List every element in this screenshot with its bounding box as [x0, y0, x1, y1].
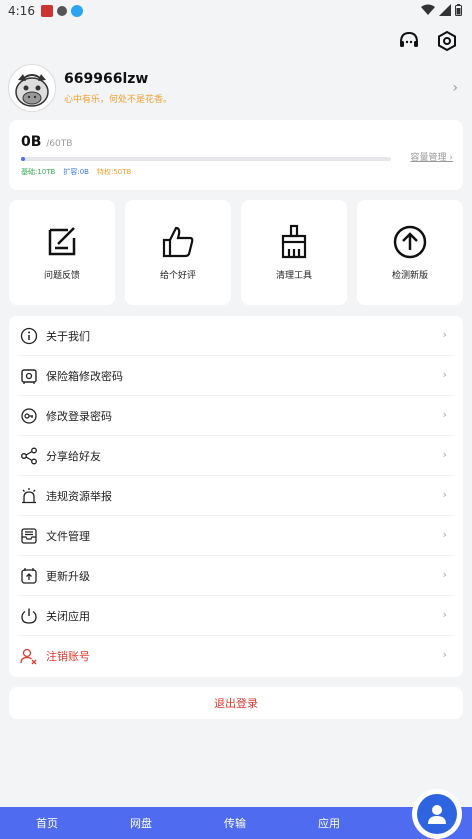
share-icon [21, 447, 37, 464]
safe-icon [21, 368, 37, 384]
capacity-manage-link[interactable]: 容量管理 › [411, 150, 453, 163]
bottom-tab-bar: 首页 网盘 传输 应用 [0, 807, 472, 839]
chevron-right-icon: › [442, 648, 447, 661]
storage-progress-fill [21, 157, 25, 161]
cleanup-button[interactable]: 清理工具 [241, 200, 347, 305]
menu-close-app[interactable]: 关闭应用 › [19, 596, 453, 636]
tab-transfer[interactable]: 传输 [188, 815, 282, 831]
customer-service-icon[interactable] [398, 30, 420, 52]
chevron-right-icon: › [442, 408, 447, 421]
cleanup-label: 清理工具 [275, 271, 312, 281]
tab-apps[interactable]: 应用 [282, 815, 376, 831]
menu-report[interactable]: 违规资源举报 › [19, 476, 453, 516]
storage-progress-bar [21, 157, 391, 161]
notification-app-icon [40, 5, 53, 17]
settings-icon[interactable] [436, 30, 458, 52]
signal-icon [439, 4, 451, 16]
wifi-icon [421, 4, 435, 15]
status-bar: 4:16 [0, 0, 472, 22]
chevron-right-icon: › [442, 328, 447, 341]
storage-used: 0B [21, 134, 42, 150]
tab-profile[interactable] [414, 791, 460, 837]
profile-row[interactable]: 669966lzw 心中有乐，何处不是花香。 › [8, 62, 464, 114]
thumbs-up-icon [162, 226, 194, 258]
chevron-right-icon: › [452, 80, 458, 96]
menu-share[interactable]: 分享给好友 › [19, 436, 453, 476]
upload-circle-icon [393, 225, 427, 259]
alarm-icon [22, 487, 36, 503]
chevron-right-icon: › [442, 528, 447, 541]
power-icon [21, 608, 37, 624]
storage-legend: 基础:10TB 扩容:0B 特权:50TB [21, 167, 451, 177]
menu-login-password-label: 修改登录密码 [46, 409, 112, 423]
menu-report-label: 违规资源举报 [46, 489, 112, 503]
chevron-right-icon: › [442, 368, 447, 381]
legend-privilege: 特权:50TB [96, 168, 132, 176]
info-icon [20, 327, 38, 344]
menu-update[interactable]: 更新升级 › [19, 556, 453, 596]
update-icon [21, 567, 37, 584]
inbox-icon [21, 527, 37, 544]
menu-share-label: 分享给好友 [46, 449, 101, 463]
legend-base: 基础:10TB [21, 168, 56, 176]
feedback-icon [48, 227, 76, 256]
key-icon [21, 407, 37, 424]
menu-about-label: 关于我们 [46, 329, 90, 343]
chevron-right-icon: › [442, 608, 447, 621]
check-update-label: 检测新版 [391, 271, 428, 281]
storage-usage: 0B /60TB [21, 134, 451, 150]
broom-icon [281, 224, 307, 259]
logout-label: 退出登录 [214, 697, 258, 710]
chevron-right-icon: › [442, 568, 447, 581]
status-time: 4:16 [8, 4, 35, 18]
menu-safe-password[interactable]: 保险箱修改密码 › [19, 356, 453, 396]
logout-button[interactable]: 退出登录 [9, 687, 463, 719]
username: 669966lzw [64, 71, 149, 87]
notification-cat-icon [56, 6, 67, 16]
menu-safe-password-label: 保险箱修改密码 [46, 369, 123, 383]
menu-file-manage[interactable]: 文件管理 › [19, 516, 453, 556]
user-motto: 心中有乐，何处不是花香。 [64, 95, 173, 105]
menu-delete-account-label: 注销账号 [46, 650, 90, 663]
menu-about[interactable]: 关于我们 › [19, 316, 453, 356]
rate-button[interactable]: 给个好评 [125, 200, 231, 305]
legend-expand: 扩容:0B [63, 168, 89, 176]
menu-file-manage-label: 文件管理 [46, 529, 90, 543]
storage-total: /60TB [46, 139, 73, 149]
tab-cloud-disk[interactable]: 网盘 [94, 815, 188, 831]
storage-card[interactable]: 0B /60TB 基础:10TB 扩容:0B 特权:50TB 容量管理 › [9, 120, 463, 190]
menu-delete-account[interactable]: 注销账号 › [19, 636, 453, 676]
user-icon [428, 805, 446, 824]
avatar[interactable] [8, 64, 56, 112]
tab-home[interactable]: 首页 [0, 815, 94, 831]
menu-login-password[interactable]: 修改登录密码 › [19, 396, 453, 436]
check-update-button[interactable]: 检测新版 [357, 200, 463, 305]
menu-close-app-label: 关闭应用 [46, 609, 90, 623]
capacity-manage-label: 容量管理 [410, 153, 447, 163]
rate-label: 给个好评 [159, 271, 196, 281]
battery-icon [455, 4, 462, 16]
menu-update-label: 更新升级 [46, 569, 90, 583]
chevron-right-icon: › [442, 488, 447, 501]
user-remove-icon [20, 648, 37, 665]
download-icon [70, 5, 83, 17]
feedback-button[interactable]: 问题反馈 [9, 200, 115, 305]
quick-actions: 问题反馈 给个好评 清理工具 检测新版 [9, 200, 463, 305]
feedback-label: 问题反馈 [43, 271, 80, 281]
settings-menu: 关于我们 › 保险箱修改密码 › 修改登录密码 › 分享给好友 › 违规资源举报… [9, 316, 463, 677]
chevron-right-icon: › [442, 448, 447, 461]
